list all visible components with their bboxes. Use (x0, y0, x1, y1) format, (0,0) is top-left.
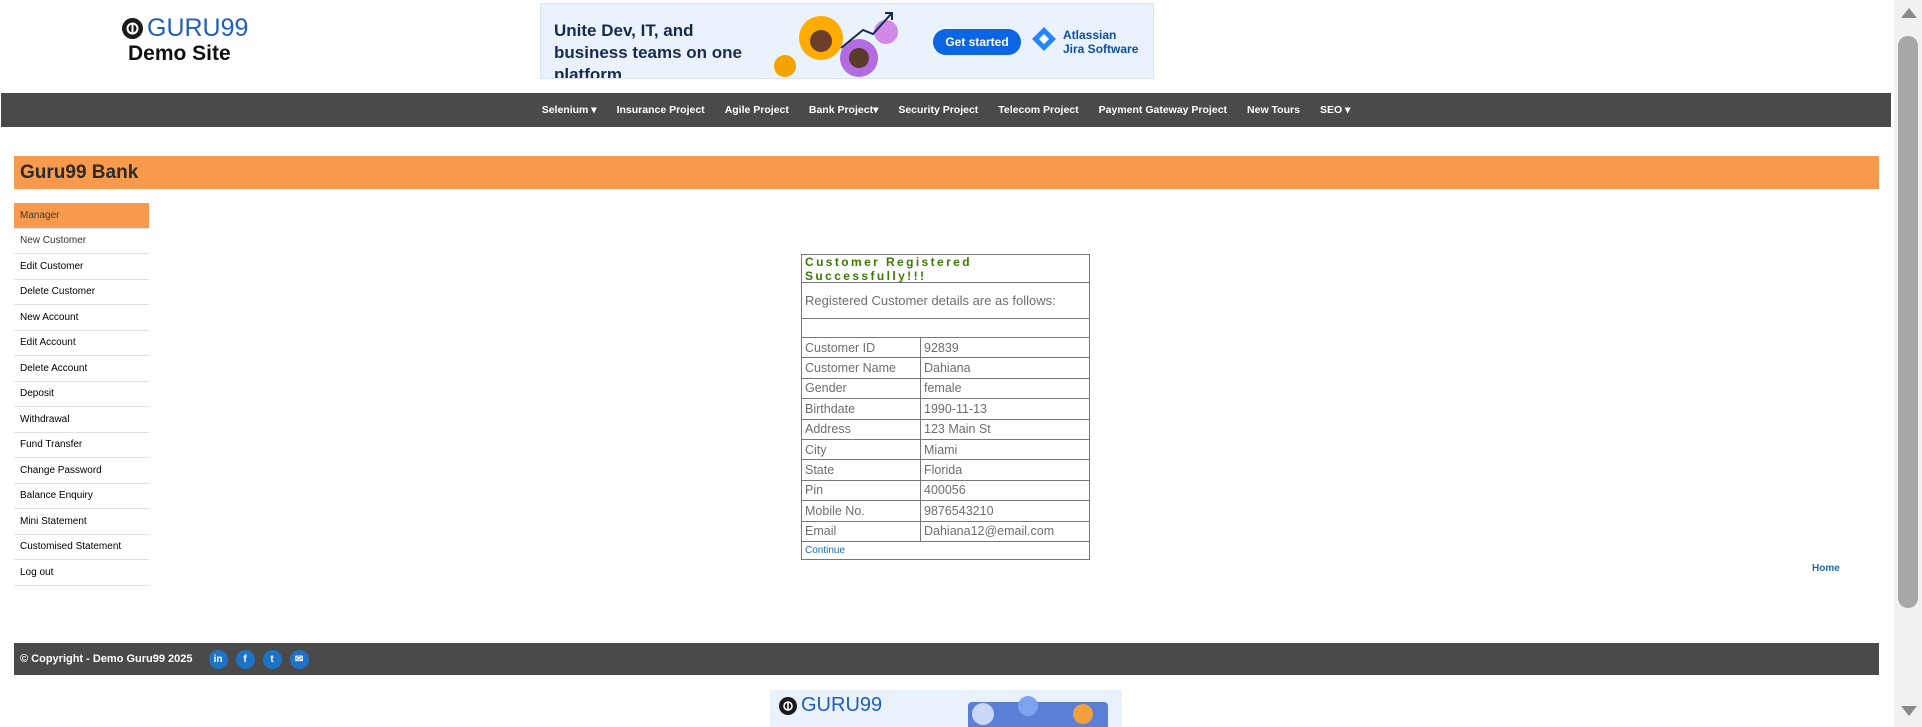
facebook-icon[interactable]: f (235, 649, 255, 669)
table-row: City Miami (802, 439, 1089, 461)
sidebar-item-customised-statement[interactable]: Customised Statement (14, 535, 149, 560)
field-label: Customer ID (802, 338, 921, 358)
copyright-text: © Copyright - Demo Guru99 2025 (20, 653, 193, 665)
continue-link[interactable]: Continue (802, 542, 1089, 559)
main-nav: Selenium ▾ Insurance Project Agile Proje… (1, 93, 1891, 127)
guru99-logo-icon (122, 17, 143, 39)
page-title-bar: Guru99 Bank (14, 156, 1879, 189)
table-row: Mobile No. 9876543210 (802, 501, 1089, 522)
sidebar-item-mini-statement[interactable]: Mini Statement (14, 509, 149, 535)
field-value: 1990-11-13 (924, 401, 988, 416)
sidebar-item-balance-enquiry[interactable]: Balance Enquiry (14, 484, 149, 509)
success-heading: Customer Registered Successfully!!! (802, 255, 1089, 283)
nav-new-tours[interactable]: New Tours (1237, 104, 1310, 116)
bottom-ad-banner[interactable]: GURU99 (770, 690, 1122, 727)
sidebar-item-edit-account[interactable]: Edit Account (14, 331, 149, 356)
field-label: Gender (802, 378, 921, 399)
table-row: Gender female (802, 378, 1089, 400)
field-label: State (802, 460, 921, 480)
field-value: female (924, 381, 962, 396)
nav-agile-project[interactable]: Agile Project (715, 104, 799, 116)
sidebar-item-manager[interactable]: Manager (14, 203, 149, 229)
nav-telecom-project[interactable]: Telecom Project (988, 104, 1088, 116)
logo-brand-text: GURU99 (147, 14, 249, 42)
field-label: Pin (802, 480, 921, 501)
vendor-line-2: Jira Software (1063, 41, 1139, 56)
table-row: Pin 400056 (802, 480, 1089, 502)
field-label: Email (802, 521, 921, 541)
nav-insurance-project[interactable]: Insurance Project (607, 104, 715, 116)
customer-details-table: Customer Registered Successfully!!! Regi… (801, 254, 1090, 560)
scroll-down-arrow-icon[interactable] (1901, 706, 1917, 716)
sidebar-item-deposit[interactable]: Deposit (14, 382, 149, 407)
home-link[interactable]: Home (1812, 563, 1840, 574)
sidebar-item-fund-transfer[interactable]: Fund Transfer (14, 433, 149, 458)
scrollbar-thumb[interactable] (1898, 36, 1918, 608)
jira-brand: Atlassian Jira Software (1031, 26, 1138, 57)
sidebar-item-log-out[interactable]: Log out (14, 560, 149, 586)
sidebar-item-new-account[interactable]: New Account (14, 305, 149, 331)
sidebar-item-change-password[interactable]: Change Password (14, 458, 149, 484)
sidebar-item-delete-customer[interactable]: Delete Customer (14, 280, 149, 305)
field-label: Address (802, 419, 921, 439)
bottom-banner-brand-text: GURU99 (801, 694, 883, 716)
bottom-banner-brand: GURU99 (779, 694, 882, 717)
page-title: Guru99 Bank (20, 161, 139, 183)
field-label: Customer Name (802, 358, 921, 378)
get-started-button[interactable]: Get started (933, 29, 1021, 55)
scroll-up-arrow-icon[interactable] (1901, 8, 1917, 18)
guru99-logo-icon (779, 696, 797, 715)
twitter-icon[interactable]: t (262, 649, 282, 669)
field-label: City (802, 439, 921, 460)
nav-seo[interactable]: SEO ▾ (1310, 104, 1360, 116)
people-illustration-icon (763, 8, 923, 78)
nav-payment-gateway-project[interactable]: Payment Gateway Project (1089, 104, 1237, 116)
field-value: 123 Main St (924, 422, 991, 437)
table-row: Birthdate 1990-11-13 (802, 399, 1089, 420)
field-value: 92839 (924, 340, 959, 355)
social-links: in f t ✉ (208, 649, 309, 669)
vendor-line-1: Atlassian (1063, 27, 1117, 42)
sidebar-item-withdrawal[interactable]: Withdrawal (14, 407, 149, 433)
linkedin-icon[interactable]: in (208, 649, 228, 669)
table-row: Customer Name Dahiana (802, 358, 1089, 379)
sidebar-item-edit-customer[interactable]: Edit Customer (14, 254, 149, 280)
nav-bank-project[interactable]: Bank Project▾ (799, 104, 888, 116)
field-label: Birthdate (802, 399, 921, 419)
sidebar-item-new-customer[interactable]: New Customer (14, 229, 149, 254)
logo-subtitle: Demo Site (128, 42, 231, 65)
field-value: 9876543210 (924, 503, 994, 518)
jira-logo-icon (1031, 26, 1057, 57)
nav-selenium[interactable]: Selenium ▾ (532, 104, 607, 116)
ad-headline: Unite Dev, IT, and business teams on one… (554, 21, 742, 79)
field-label: Mobile No. (802, 501, 921, 521)
field-value: Dahiana12@email.com (924, 524, 1055, 539)
email-icon[interactable]: ✉ (289, 649, 309, 669)
nav-security-project[interactable]: Security Project (888, 104, 988, 116)
ad-banner[interactable]: Unite Dev, IT, and business teams on one… (540, 3, 1154, 79)
field-value: 400056 (924, 483, 966, 498)
sidebar-item-delete-account[interactable]: Delete Account (14, 356, 149, 382)
table-row: Address 123 Main St (802, 419, 1089, 440)
field-value: Miami (924, 442, 958, 457)
details-subheading: Registered Customer details are as follo… (802, 283, 1089, 319)
table-row: Customer ID 92839 (802, 338, 1089, 359)
table-row: State Florida (802, 460, 1089, 481)
field-value: Dahiana (924, 361, 971, 376)
vertical-scrollbar[interactable] (1894, 0, 1922, 727)
illustration-icon (958, 694, 1108, 727)
sidebar-menu: Manager New Customer Edit Customer Delet… (14, 203, 149, 586)
site-logo[interactable]: GURU99 Demo Site (122, 14, 252, 66)
table-spacer-row (802, 319, 1089, 338)
table-row: Email Dahiana12@email.com (802, 521, 1089, 542)
footer: © Copyright - Demo Guru99 2025 in f t ✉ (14, 643, 1879, 675)
field-value: Florida (924, 463, 963, 478)
